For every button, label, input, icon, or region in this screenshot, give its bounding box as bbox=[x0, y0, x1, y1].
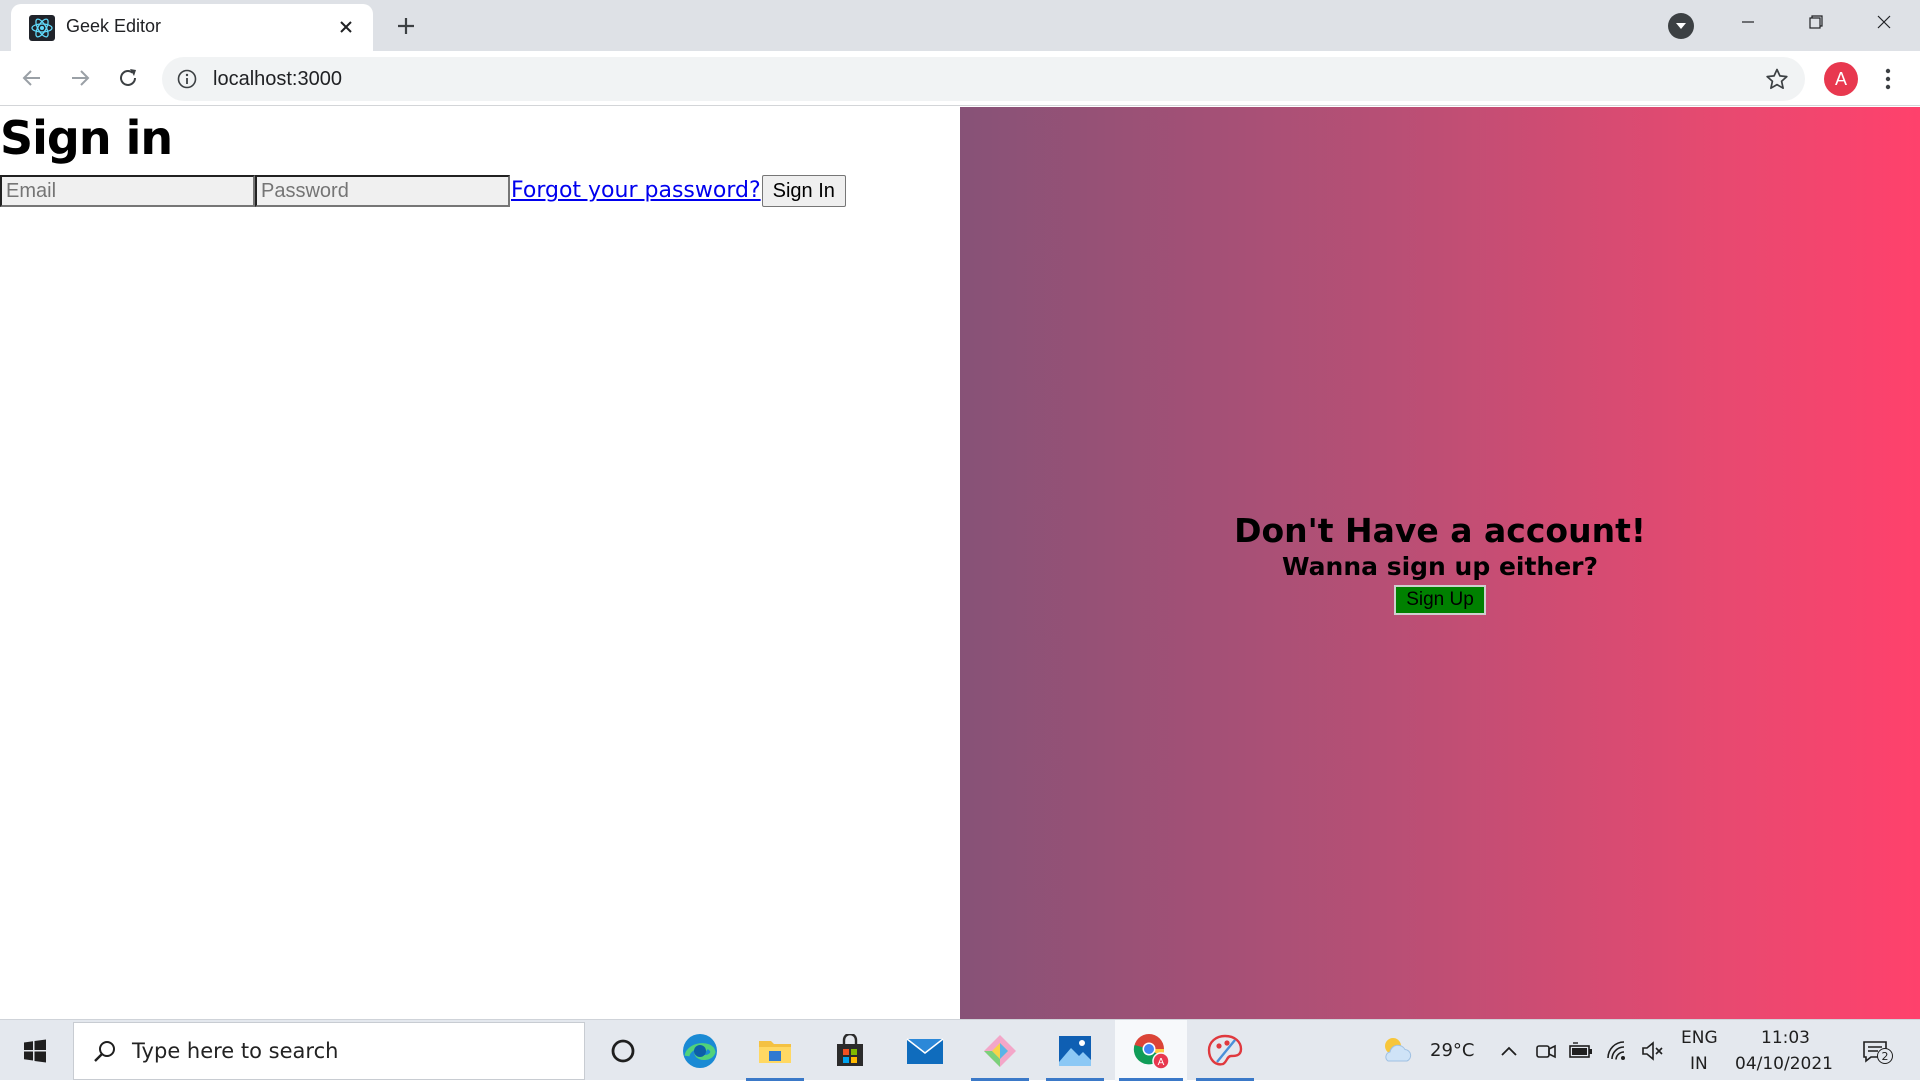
action-center-button[interactable]: 2 bbox=[1857, 1036, 1893, 1066]
profile-avatar[interactable]: A bbox=[1824, 62, 1858, 96]
video-camera-icon bbox=[1536, 1044, 1556, 1059]
close-icon bbox=[340, 21, 352, 33]
minimize-icon bbox=[1742, 21, 1754, 23]
search-icon bbox=[94, 1041, 115, 1062]
arrow-left-icon bbox=[22, 70, 40, 86]
browser-tab[interactable]: Geek Editor bbox=[11, 4, 373, 51]
meet-now-button[interactable] bbox=[1533, 1038, 1559, 1064]
react-atom-icon bbox=[29, 15, 55, 41]
browser-toolbar: localhost:3000 A bbox=[0, 51, 1920, 106]
info-icon[interactable] bbox=[176, 68, 198, 90]
close-window-button[interactable] bbox=[1850, 0, 1918, 44]
svg-text:A: A bbox=[1158, 1057, 1165, 1068]
signin-heading: Sign in bbox=[0, 111, 173, 165]
volume-muted-icon bbox=[1642, 1041, 1663, 1061]
paint-icon bbox=[1207, 1034, 1243, 1066]
wifi-icon bbox=[1607, 1041, 1625, 1060]
taskbar-app-chrome[interactable]: A bbox=[1115, 1020, 1187, 1081]
taskbar-app-edge[interactable] bbox=[667, 1020, 733, 1081]
signin-pane: Sign in Forgot your password? Sign In bbox=[0, 107, 960, 1019]
taskbar-app-snip-sketch[interactable] bbox=[967, 1020, 1033, 1081]
signup-panel-title: Don't Have a account! bbox=[1234, 511, 1646, 550]
clock-time[interactable]: 11:03 bbox=[1761, 1028, 1810, 1048]
password-field[interactable] bbox=[255, 175, 510, 207]
start-button[interactable] bbox=[0, 1020, 70, 1081]
signin-form: Forgot your password? Sign In bbox=[0, 175, 846, 207]
kebab-menu-icon bbox=[1885, 68, 1891, 90]
signin-button[interactable]: Sign In bbox=[761, 175, 846, 207]
windows-logo-icon bbox=[24, 1039, 46, 1062]
signup-panel-subtitle: Wanna sign up either? bbox=[1281, 552, 1599, 581]
arrow-right-icon bbox=[72, 70, 90, 86]
restore-icon bbox=[1809, 15, 1823, 29]
tab-search-button[interactable] bbox=[1668, 13, 1694, 39]
new-tab-button[interactable] bbox=[391, 11, 421, 41]
forward-button[interactable] bbox=[62, 60, 98, 96]
chevron-down-icon bbox=[1676, 23, 1686, 29]
file-explorer-icon bbox=[759, 1040, 791, 1063]
battery-button[interactable] bbox=[1568, 1038, 1594, 1064]
taskbar-app-store[interactable] bbox=[817, 1020, 883, 1081]
reload-button[interactable] bbox=[110, 60, 146, 96]
url-text[interactable]: localhost:3000 bbox=[213, 68, 342, 91]
browser-menu-button[interactable] bbox=[1874, 62, 1902, 96]
language-code[interactable]: ENG bbox=[1681, 1028, 1718, 1048]
star-icon[interactable] bbox=[1765, 67, 1789, 91]
language-region[interactable]: IN bbox=[1690, 1054, 1708, 1074]
store-icon bbox=[837, 1033, 863, 1066]
cortana-button[interactable] bbox=[590, 1020, 656, 1081]
restore-button[interactable] bbox=[1782, 0, 1850, 44]
mail-icon bbox=[906, 1037, 944, 1064]
edge-icon bbox=[683, 1033, 717, 1068]
close-tab-button[interactable] bbox=[333, 14, 359, 40]
minimize-button[interactable] bbox=[1714, 0, 1782, 44]
clock-date[interactable]: 04/10/2021 bbox=[1735, 1054, 1833, 1074]
email-field[interactable] bbox=[0, 175, 255, 207]
partly-cloudy-icon[interactable] bbox=[1380, 1034, 1414, 1066]
weather-temperature[interactable]: 29°C bbox=[1430, 1040, 1474, 1061]
search-placeholder: Type here to search bbox=[132, 1039, 339, 1063]
reload-icon bbox=[120, 69, 136, 86]
taskbar-app-photos[interactable] bbox=[1042, 1020, 1108, 1081]
photos-icon bbox=[1059, 1035, 1091, 1066]
show-hidden-icons-button[interactable] bbox=[1496, 1038, 1522, 1064]
chevron-up-icon bbox=[1501, 1046, 1517, 1056]
signup-button[interactable]: Sign Up bbox=[1394, 585, 1486, 615]
taskbar-app-mail[interactable] bbox=[892, 1020, 958, 1081]
taskbar-app-file-explorer[interactable] bbox=[742, 1020, 808, 1081]
snip-sketch-icon bbox=[984, 1034, 1016, 1067]
close-icon bbox=[1877, 15, 1891, 29]
tab-strip: Geek Editor bbox=[0, 0, 1920, 51]
back-button[interactable] bbox=[14, 60, 50, 96]
page-viewport: Sign in Forgot your password? Sign In Do… bbox=[0, 107, 1920, 1019]
forgot-password-link[interactable]: Forgot your password? bbox=[511, 175, 761, 207]
battery-icon bbox=[1569, 1042, 1592, 1058]
cortana-icon bbox=[611, 1039, 635, 1062]
taskbar-app-paint[interactable] bbox=[1192, 1020, 1258, 1081]
volume-button[interactable] bbox=[1640, 1038, 1666, 1064]
plus-icon bbox=[398, 18, 414, 34]
notification-count: 2 bbox=[1877, 1048, 1893, 1064]
signup-panel: Don't Have a account! Wanna sign up eith… bbox=[960, 107, 1920, 1019]
tab-title: Geek Editor bbox=[66, 16, 162, 36]
taskbar-search[interactable]: Type here to search bbox=[73, 1022, 585, 1080]
network-button[interactable] bbox=[1605, 1038, 1631, 1064]
chrome-icon: A bbox=[1133, 1033, 1170, 1070]
windows-taskbar: Type here to search A 29°C ENG IN 11:03 … bbox=[0, 1019, 1920, 1081]
address-bar[interactable]: localhost:3000 bbox=[162, 57, 1805, 101]
